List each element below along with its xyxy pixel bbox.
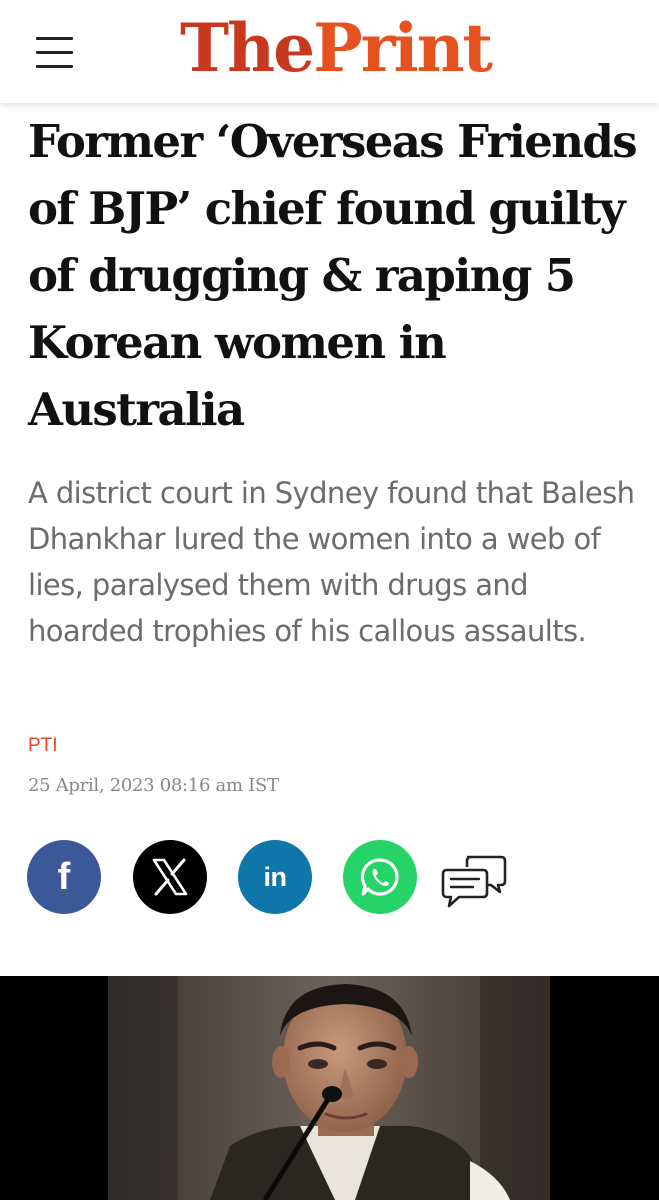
linkedin-icon: in [263, 861, 288, 892]
logo-print: Print [313, 9, 493, 87]
hamburger-menu-icon[interactable] [36, 37, 74, 69]
site-header: ThePrint [0, 0, 659, 103]
linkedin-share-button[interactable]: in [238, 840, 312, 914]
article-summary: A district court in Sydney found that Ba… [28, 476, 635, 648]
facebook-icon: f [57, 856, 71, 898]
whatsapp-icon [360, 858, 399, 896]
x-share-button[interactable] [133, 840, 207, 914]
article-lead-image [0, 976, 659, 1200]
x-icon [152, 858, 188, 896]
whatsapp-share-button[interactable] [343, 840, 417, 914]
portrait-photo [0, 976, 659, 1200]
facebook-share-button[interactable]: f [27, 840, 101, 914]
site-logo[interactable]: ThePrint [180, 6, 493, 90]
share-bar: f in [0, 838, 659, 918]
comments-icon [441, 855, 507, 908]
publish-date: 25 April, 2023 08:16 am IST [28, 775, 279, 796]
author-link[interactable]: PTI [28, 735, 58, 757]
comments-button[interactable] [441, 854, 509, 910]
article-headline: Former ‘Overseas Friends of BJP’ chief f… [28, 115, 638, 436]
logo-the: The [180, 9, 315, 87]
